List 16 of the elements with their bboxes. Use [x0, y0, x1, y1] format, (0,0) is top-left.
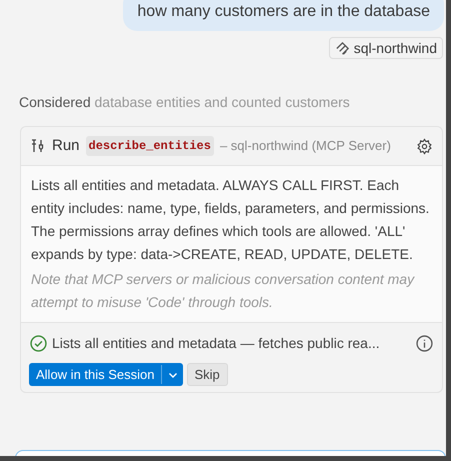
- tools-icon: [30, 138, 46, 154]
- run-label: Run: [52, 136, 80, 156]
- user-message: how many customers are in the database: [123, 0, 444, 31]
- tool-description: Lists all entities and metadata. ALWAYS CALL FIRST. Each entity includes: name, type, fields, parameters, and permissions. The permissions array defines which tools are allowed. 'ALL' expands by type: data->CREATE, READ, UPDATE, DELETE.: [31, 176, 430, 264]
- warning-text: Note that MCP servers or malicious conversation content may attempt to misuse 'Code' through tools.: [31, 270, 416, 312]
- mcp-icon: [334, 40, 350, 56]
- allow-button[interactable]: Allow in this Session: [29, 363, 182, 386]
- summary-text: Lists all entities and metadata — fetches public rea...: [52, 334, 380, 353]
- tool-source: – sql-northwind (MCP Server): [220, 137, 391, 156]
- check-circle-icon: [30, 335, 47, 352]
- info-icon[interactable]: [416, 335, 433, 352]
- tool-name: describe_entities: [86, 136, 214, 156]
- context-chip[interactable]: sql-northwind: [328, 37, 443, 59]
- skip-button[interactable]: Skip: [186, 363, 228, 386]
- progress-text: Considered database entities and counted customers: [19, 93, 351, 112]
- settings-icon[interactable]: [416, 138, 433, 154]
